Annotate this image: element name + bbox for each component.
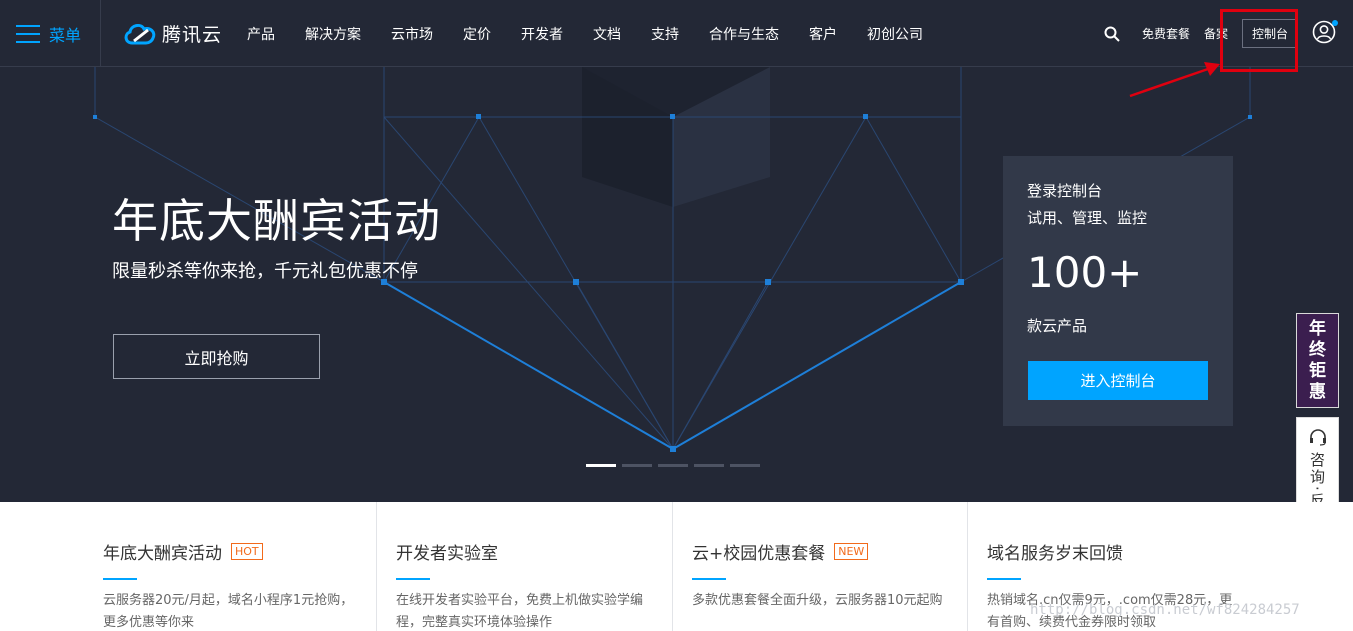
annotation-highlight-box [1220, 9, 1298, 72]
nav-item-products[interactable]: 产品 [232, 24, 290, 44]
carousel-dot[interactable] [622, 464, 652, 467]
promo-card-campus[interactable]: 云+校园优惠套餐 NEW 多款优惠套餐全面升级，云服务器10元起购 [673, 502, 968, 631]
card-description: 云服务器20元/月起，域名小程序1元抢购，更多优惠等你来 [103, 593, 354, 630]
nav-item-developers[interactable]: 开发者 [506, 24, 578, 44]
promo-char: 钜 [1309, 360, 1326, 381]
nav-item-customers[interactable]: 客户 [794, 24, 852, 44]
user-avatar-icon[interactable] [1312, 19, 1338, 48]
card-title: 年底大酬宾活动 [103, 544, 222, 564]
buy-now-button[interactable]: 立即抢购 [113, 334, 320, 379]
carousel-dot[interactable] [658, 464, 688, 467]
year-end-promo-tab[interactable]: 年 终 钜 惠 [1296, 313, 1339, 408]
console-card-line3: 款云产品 [1027, 317, 1088, 335]
carousel-indicators [586, 464, 766, 467]
nav-item-docs[interactable]: 文档 [578, 24, 636, 44]
nav-item-startups[interactable]: 初创公司 [852, 24, 938, 44]
console-card-number: 100+ [1027, 248, 1143, 297]
promo-char: 终 [1309, 339, 1326, 360]
nav-item-solutions[interactable]: 解决方案 [290, 24, 376, 44]
console-card-line2: 试用、管理、监控 [1027, 209, 1148, 227]
hamburger-icon [16, 24, 40, 43]
top-navbar: 菜单 腾讯云 产品 解决方案 云市场 定价 开发者 文档 支持 合作与生态 客户… [0, 0, 1353, 67]
card-accent-bar [103, 578, 137, 580]
notification-dot [1332, 19, 1338, 26]
enter-console-button[interactable]: 进入控制台 [1028, 361, 1208, 400]
nav-item-partners[interactable]: 合作与生态 [694, 24, 794, 44]
headset-icon [1309, 429, 1326, 446]
free-plan-link[interactable]: 免费套餐 [1142, 25, 1190, 42]
card-title: 域名服务岁末回馈 [987, 544, 1123, 564]
menu-button[interactable]: 菜单 [0, 0, 101, 67]
console-card-line1: 登录控制台 [1027, 182, 1103, 200]
carousel-dot[interactable] [694, 464, 724, 467]
promo-char: 年 [1309, 318, 1326, 339]
logo-text: 腾讯云 [162, 24, 223, 46]
promo-char: 惠 [1309, 381, 1326, 402]
promo-card-dev-lab[interactable]: 开发者实验室 在线开发者实验平台，免费上机做实验学编程，完整真实环境体验操作 [377, 502, 673, 631]
annotation-arrow-icon [1129, 62, 1220, 98]
watermark-text: http://blog.csdn.net/wf824284257 [1030, 602, 1300, 618]
card-accent-bar [396, 578, 430, 580]
main-nav: 产品 解决方案 云市场 定价 开发者 文档 支持 合作与生态 客户 初创公司 [232, 0, 938, 67]
nav-item-support[interactable]: 支持 [636, 24, 694, 44]
carousel-dot[interactable] [586, 464, 616, 467]
menu-label: 菜单 [49, 25, 82, 45]
carousel-dot[interactable] [730, 464, 760, 467]
card-accent-bar [987, 578, 1021, 580]
nav-item-marketplace[interactable]: 云市场 [376, 24, 448, 44]
hero-title: 年底大酬宾活动 [112, 194, 441, 248]
card-accent-bar [692, 578, 726, 580]
tencent-cloud-logo[interactable]: 腾讯云 [122, 20, 222, 47]
search-icon[interactable] [1104, 26, 1120, 42]
card-title: 开发者实验室 [396, 544, 498, 564]
new-badge: NEW [834, 543, 869, 560]
cloud-logo-icon [124, 23, 156, 44]
hero-banner: 年底大酬宾活动 限量秒杀等你来抢，千元礼包优惠不停 立即抢购 登录控制台 试用、… [0, 67, 1353, 502]
hero-subtitle: 限量秒杀等你来抢，千元礼包优惠不停 [112, 261, 418, 282]
promo-card-year-end[interactable]: 年底大酬宾活动 HOT 云服务器20元/月起，域名小程序1元抢购，更多优惠等你来 [79, 502, 377, 631]
card-title: 云+校园优惠套餐 [692, 544, 826, 564]
nav-item-pricing[interactable]: 定价 [448, 24, 506, 44]
console-login-card: 登录控制台 试用、管理、监控 100+ 款云产品 进入控制台 [1003, 156, 1233, 426]
card-description: 在线开发者实验平台，免费上机做实验学编程，完整真实环境体验操作 [396, 593, 644, 630]
hot-badge: HOT [231, 543, 263, 560]
card-description: 多款优惠套餐全面升级，云服务器10元起购 [692, 593, 943, 608]
